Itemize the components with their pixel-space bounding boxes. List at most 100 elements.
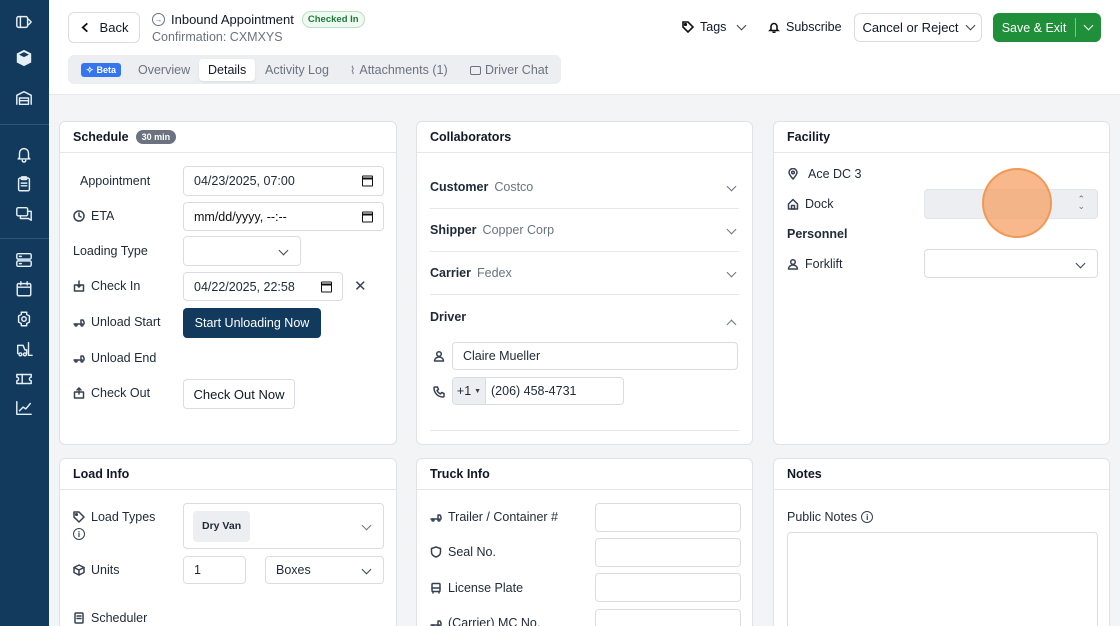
calendar-icon[interactable] (13, 278, 35, 300)
page-header: Back → Inbound Appointment Checked In Co… (49, 0, 1120, 95)
save-and-exit-button[interactable]: Save & Exit (993, 13, 1101, 42)
eta-datetime-input[interactable]: mm/dd/yyyy, --:-- (183, 202, 384, 231)
chevron-down-icon (726, 181, 737, 192)
forklift-select[interactable] (924, 249, 1098, 278)
truck-icon (430, 617, 442, 626)
start-unloading-now-button[interactable]: Start Unloading Now (183, 308, 321, 338)
expand-sidebar-icon[interactable] (13, 11, 35, 33)
person-icon (787, 258, 799, 270)
eta-value: mm/dd/yyyy, --:-- (194, 209, 287, 224)
duration-badge: 30 min (135, 130, 177, 144)
clock-icon (73, 210, 85, 222)
appointment-datetime-input[interactable]: 04/23/2025, 07:00 (183, 166, 384, 196)
clear-check-in-icon[interactable]: ✕ (354, 277, 367, 295)
check-in-value: 04/22/2025, 22:58 (194, 279, 295, 294)
tab-activity-log[interactable]: Activity Log (265, 59, 329, 81)
trailer-input[interactable] (595, 503, 741, 532)
chevron-down-icon (1075, 258, 1086, 268)
document-icon (73, 612, 85, 624)
info-icon[interactable]: i (73, 528, 85, 540)
load-types-select[interactable]: Dry Van (183, 503, 384, 549)
subscribe-button[interactable]: Subscribe (768, 20, 842, 34)
chevron-up-icon (726, 319, 737, 329)
warehouse-icon[interactable] (13, 87, 35, 109)
save-options-dropdown[interactable] (1076, 20, 1101, 31)
driver-label: Driver (430, 309, 467, 324)
units-input[interactable]: 1 (183, 556, 246, 584)
shipper-row[interactable]: Shipper Copper Corp (430, 209, 739, 252)
page-title: Inbound Appointment (171, 12, 294, 27)
server-icon[interactable] (13, 249, 35, 271)
customer-row[interactable]: Customer Costco (430, 166, 739, 209)
cancel-or-reject-button[interactable]: Cancel or Reject (854, 13, 982, 42)
chart-icon[interactable] (13, 397, 35, 419)
units-type-select[interactable]: Boxes (265, 556, 384, 584)
chat-bubble-icon (470, 65, 481, 75)
facility-name: Ace DC 3 (808, 167, 862, 181)
tab-overview[interactable]: Overview (138, 59, 190, 81)
tab-details[interactable]: Details (199, 59, 256, 81)
save-label: Save & Exit (1001, 20, 1067, 35)
loading-type-label: Loading Type (73, 244, 148, 258)
info-icon[interactable]: i (861, 511, 874, 523)
load-type-tag[interactable]: Dry Van (193, 510, 251, 542)
sidebar (0, 0, 49, 626)
check-out-now-button[interactable]: Check Out Now (183, 379, 295, 409)
driver-name-input[interactable]: Claire Mueller (452, 342, 738, 370)
driver-row[interactable]: Driver (430, 295, 739, 338)
country-code-select[interactable]: +1 ▼ (453, 378, 486, 404)
sparkle-icon: ✧ (86, 64, 94, 75)
clipboard-icon[interactable] (13, 173, 35, 195)
shipper-label: Shipper (430, 223, 477, 237)
schedule-card: Schedule 30 min Appointment 04/23/2025, … (59, 121, 397, 445)
tags-menu[interactable]: Tags (682, 20, 747, 34)
truck-unload-icon (73, 352, 85, 364)
paperclip-icon: ⌇ (350, 64, 356, 77)
tab-attachments[interactable]: ⌇ Attachments (1) (350, 59, 448, 81)
loading-type-select[interactable] (183, 236, 301, 266)
calendar-icon[interactable] (321, 281, 332, 292)
calendar-icon[interactable] (362, 211, 373, 222)
appointment-value: 04/23/2025, 07:00 (194, 174, 295, 188)
collaborators-title: Collaborators (430, 130, 512, 144)
check-in-label: Check In (91, 279, 141, 293)
shield-icon (430, 546, 442, 558)
bell-icon[interactable] (13, 143, 35, 165)
ticket-icon[interactable] (13, 368, 35, 390)
check-out-icon (73, 387, 85, 399)
logo-icon[interactable] (13, 47, 35, 69)
seal-input[interactable] (595, 538, 741, 567)
unload-start-label: Unload Start (91, 315, 161, 329)
truck-icon (430, 511, 442, 523)
truck-unload-icon (73, 316, 85, 328)
license-plate-input[interactable] (595, 573, 741, 602)
box-icon (73, 564, 85, 576)
chevron-down-icon (361, 564, 372, 575)
mc-number-input[interactable] (595, 609, 741, 626)
settings-icon[interactable] (13, 308, 35, 330)
tag-icon (73, 511, 85, 523)
back-label: Back (99, 20, 129, 35)
confirmation-number: Confirmation: CXMXYS (152, 30, 283, 44)
driver-phone-input[interactable]: +1 ▼ (206) 458-4731 (452, 377, 624, 405)
phone-icon (433, 386, 445, 398)
cancel-label: Cancel or Reject (862, 20, 959, 35)
carrier-row[interactable]: Carrier Fedex (430, 252, 739, 295)
seal-label: Seal No. (448, 545, 496, 559)
person-icon (433, 350, 445, 362)
public-notes-textarea[interactable] (787, 532, 1098, 626)
chat-icon[interactable] (13, 203, 35, 225)
calendar-icon[interactable] (362, 175, 373, 187)
forklift-icon[interactable] (13, 338, 35, 360)
chevron-down-icon (965, 20, 975, 31)
back-button[interactable]: Back (68, 12, 140, 43)
check-in-icon (73, 280, 85, 292)
check-in-datetime-input[interactable]: 04/22/2025, 22:58 (183, 272, 343, 301)
driver-name-value: Claire Mueller (463, 349, 541, 363)
chevron-down-icon (1083, 20, 1094, 31)
load-info-title: Load Info (73, 467, 130, 481)
facility-card: Facility Ace DC 3 Dock ⌃ ⌄ Personnel Fork… (773, 121, 1110, 445)
updown-chevron-icon: ⌃ ⌄ (1077, 194, 1085, 211)
carrier-label: Carrier (430, 266, 471, 280)
tab-driver-chat[interactable]: Driver Chat (470, 59, 548, 81)
